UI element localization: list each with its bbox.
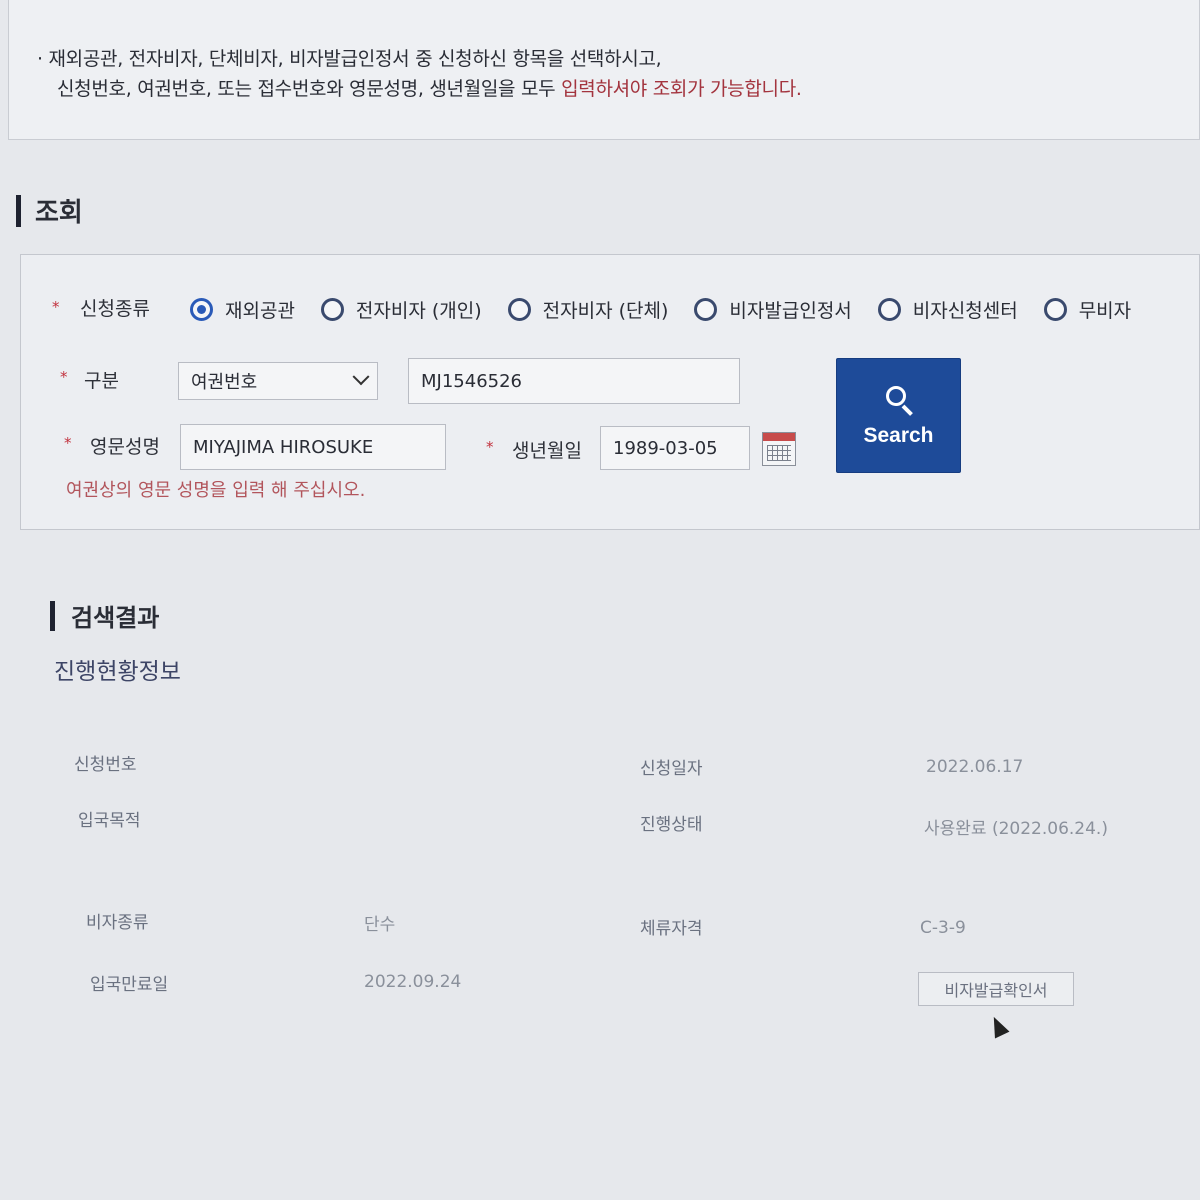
progress-info-title: 진행현황정보 bbox=[54, 659, 181, 685]
radio-evisa-individual[interactable]: 전자비자 (개인) bbox=[320, 296, 482, 323]
required-mark: * bbox=[64, 434, 72, 452]
required-mark: * bbox=[60, 368, 68, 386]
mouse-cursor-icon bbox=[986, 1013, 1010, 1039]
notice-box: · 재외공관, 전자비자, 단체비자, 비자발급인정서 중 신청하신 항목을 선… bbox=[8, 0, 1200, 140]
passport-number-input[interactable]: MJ1546526 bbox=[408, 358, 740, 404]
application-date-label: 신청일자 bbox=[640, 759, 703, 779]
progress-status-label: 진행상태 bbox=[640, 815, 703, 835]
radio-visa-certificate[interactable]: 비자발급인정서 bbox=[694, 296, 852, 323]
notice-line-2: 신청번호, 여권번호, 또는 접수번호와 영문성명, 생년월일을 모두 입력하셔… bbox=[57, 74, 802, 101]
passport-number-value: MJ1546526 bbox=[421, 370, 523, 392]
birth-date-input[interactable]: 1989-03-05 bbox=[600, 426, 750, 470]
visa-type-label: 비자종류 bbox=[86, 913, 149, 933]
type-label: 신청종류 bbox=[80, 298, 150, 320]
radio-no-visa[interactable]: 무비자 bbox=[1043, 296, 1132, 323]
inquiry-title: 조회 bbox=[16, 192, 83, 229]
radio-label: 재외공관 bbox=[225, 300, 295, 322]
radio-icon[interactable] bbox=[320, 298, 344, 321]
visa-confirmation-button[interactable]: 비자발급확인서 bbox=[918, 972, 1074, 1006]
english-name-value: MIYAJIMA HIROSUKE bbox=[193, 436, 374, 458]
notice-line-1: · 재외공관, 전자비자, 단체비자, 비자발급인정서 중 신청하신 항목을 선… bbox=[37, 48, 662, 70]
notice-line-2-text: 신청번호, 여권번호, 또는 접수번호와 영문성명, 생년월일을 모두 bbox=[57, 78, 562, 100]
search-icon bbox=[882, 384, 916, 418]
radio-label: 비자신청센터 bbox=[912, 300, 1018, 322]
radio-embassy[interactable]: 재외공관 bbox=[190, 296, 295, 323]
english-name-input[interactable]: MIYAJIMA HIROSUKE bbox=[180, 424, 446, 470]
entry-expiry-label: 입국만료일 bbox=[90, 975, 169, 995]
title-bar bbox=[50, 600, 55, 631]
radio-icon[interactable] bbox=[507, 298, 531, 321]
visa-type-value: 단수 bbox=[364, 915, 396, 935]
entry-purpose-label: 입국목적 bbox=[78, 811, 141, 831]
results-title-text: 검색결과 bbox=[71, 604, 160, 632]
chevron-down-icon bbox=[352, 368, 370, 386]
radio-icon[interactable] bbox=[1043, 298, 1067, 321]
radio-icon[interactable] bbox=[877, 298, 901, 321]
search-button[interactable]: Search bbox=[836, 358, 961, 473]
category-select-value: 여권번호 bbox=[191, 372, 258, 393]
birth-label: 생년월일 bbox=[512, 440, 582, 462]
required-mark: * bbox=[486, 438, 494, 456]
visa-confirmation-label: 비자발급확인서 bbox=[944, 981, 1048, 1000]
required-mark: * bbox=[52, 298, 60, 316]
name-label: 영문성명 bbox=[90, 436, 160, 458]
stay-status-value: C-3-9 bbox=[920, 918, 966, 938]
application-date-value: 2022.06.17 bbox=[926, 757, 1024, 777]
category-select[interactable]: 여권번호 bbox=[178, 362, 378, 400]
birth-date-value: 1989-03-05 bbox=[613, 437, 718, 459]
radio-selected-icon[interactable] bbox=[190, 298, 213, 321]
radio-icon[interactable] bbox=[694, 298, 718, 321]
radio-label: 무비자 bbox=[1078, 300, 1132, 322]
stay-status-label: 체류자격 bbox=[640, 919, 703, 939]
progress-status-value: 사용완료 (2022.06.24.) bbox=[924, 819, 1108, 839]
inquiry-title-text: 조회 bbox=[35, 198, 83, 228]
type-radio-group: 재외공관 전자비자 (개인) 전자비자 (단체) 비자발급인정서 비자신청센터 … bbox=[190, 296, 1157, 323]
radio-evisa-group[interactable]: 전자비자 (단체) bbox=[507, 296, 669, 323]
application-number-label: 신청번호 bbox=[74, 755, 137, 775]
radio-label: 비자발급인정서 bbox=[729, 300, 852, 322]
radio-label: 전자비자 (단체) bbox=[542, 300, 669, 322]
radio-visa-center[interactable]: 비자신청센터 bbox=[877, 296, 1018, 323]
name-hint: 여권상의 영문 성명을 입력 해 주십시오. bbox=[66, 480, 366, 501]
notice-line-2-emphasis: 입력하셔야 조회가 가능합니다. bbox=[561, 78, 802, 100]
radio-label: 전자비자 (개인) bbox=[355, 300, 482, 322]
entry-expiry-value: 2022.09.24 bbox=[364, 972, 462, 992]
calendar-icon[interactable] bbox=[762, 432, 796, 466]
search-button-label: Search bbox=[863, 423, 934, 447]
results-title: 검색결과 bbox=[50, 598, 159, 633]
title-bar bbox=[16, 194, 21, 227]
category-label: 구분 bbox=[84, 370, 119, 392]
